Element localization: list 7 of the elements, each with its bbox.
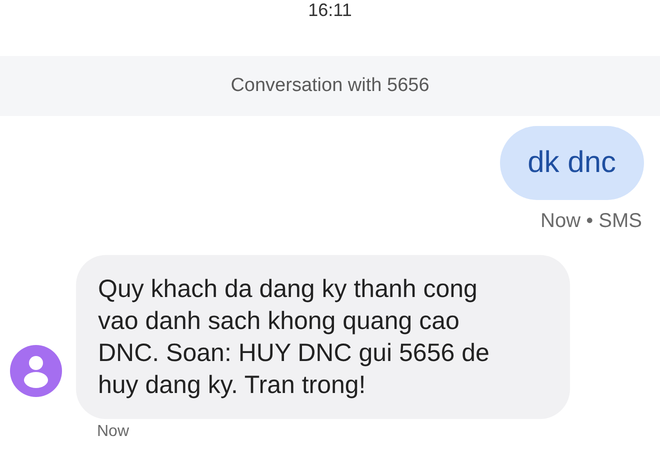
- message-time: Now: [97, 423, 130, 441]
- sent-message[interactable]: dk dnc: [500, 126, 644, 200]
- message-status: Now • SMS: [540, 210, 642, 233]
- status-time: 16:11: [307, 0, 353, 22]
- conversation-title: Conversation with 5656: [230, 75, 430, 97]
- received-message[interactable]: Quy khach da dang ky thanh cong vao danh sach khong quang cao DNC. Soan: HUY DNC gui 5656 de huy dang ky. Tran trong!: [76, 255, 570, 419]
- avatar-icon: [10, 345, 62, 397]
